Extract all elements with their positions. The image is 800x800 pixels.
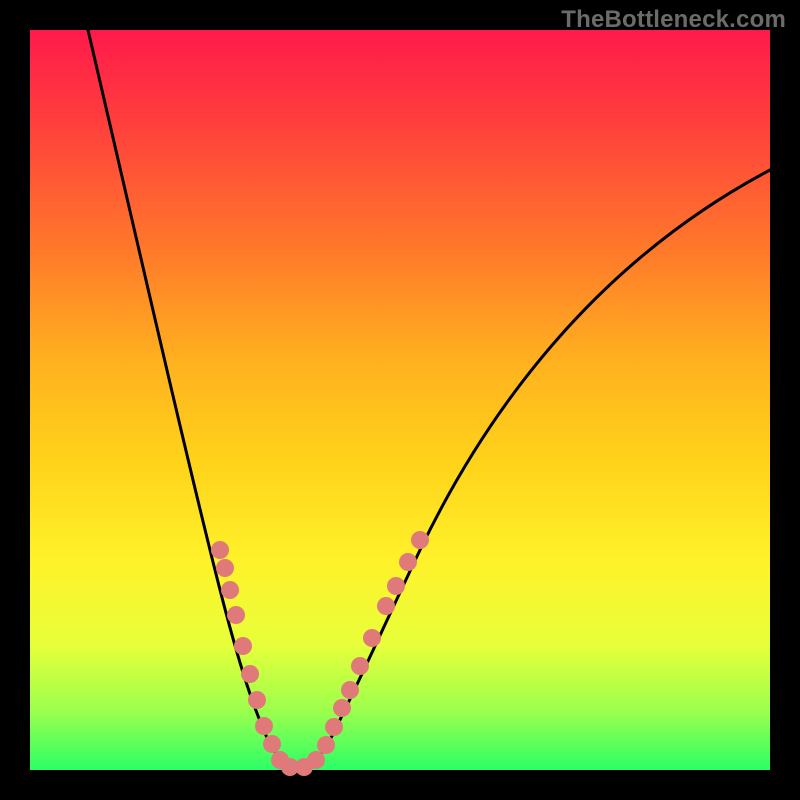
plot-area [30, 30, 770, 770]
watermark-text: TheBottleneck.com [561, 6, 786, 34]
data-point [211, 541, 229, 559]
data-point [263, 735, 281, 753]
data-point [333, 699, 351, 717]
data-point [307, 751, 325, 769]
data-point [221, 581, 239, 599]
data-point [248, 691, 266, 709]
data-point [341, 681, 359, 699]
data-point [325, 718, 343, 736]
data-point [234, 637, 252, 655]
data-point [255, 717, 273, 735]
chart-frame: TheBottleneck.com [0, 0, 800, 800]
data-point [387, 577, 405, 595]
curve-svg [30, 30, 770, 770]
data-point [241, 665, 259, 683]
data-point [216, 559, 234, 577]
data-point [351, 657, 369, 675]
data-points [211, 531, 429, 776]
right-curve [298, 170, 770, 768]
data-point [317, 736, 335, 754]
data-point [399, 553, 417, 571]
left-curve [88, 30, 298, 768]
data-point [411, 531, 429, 549]
data-point [363, 629, 381, 647]
data-point [227, 606, 245, 624]
data-point [377, 597, 395, 615]
